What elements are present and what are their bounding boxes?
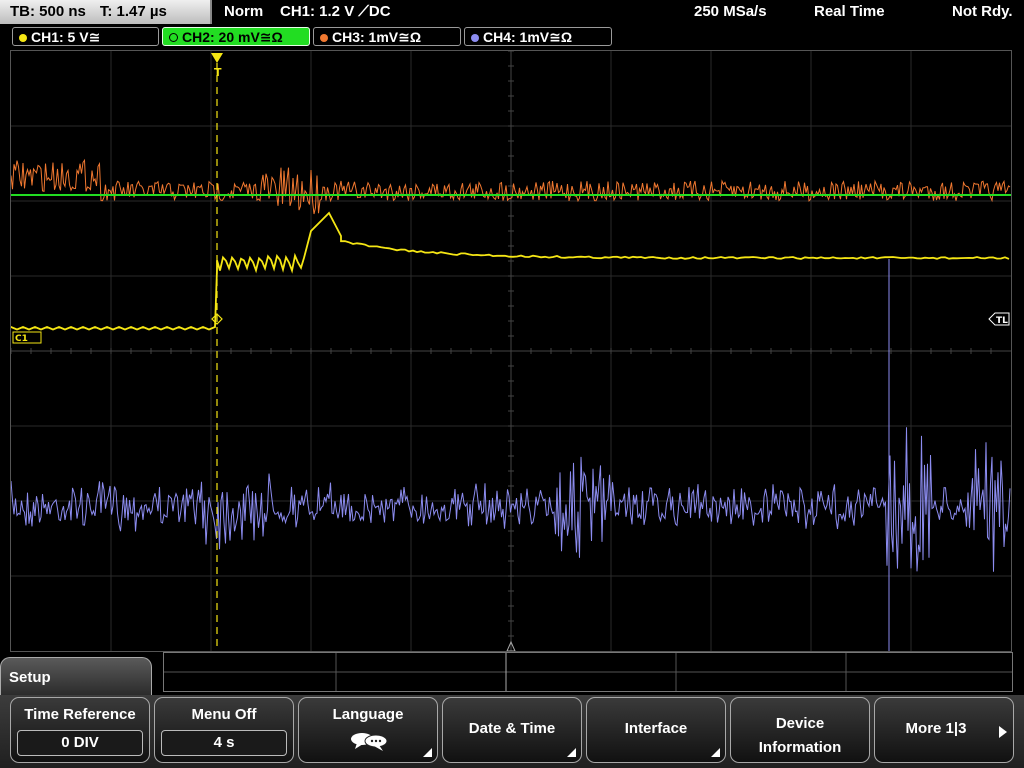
submenu-indicator-icon [711,748,720,757]
waveform-canvas: T C1 TL [11,51,1011,651]
language-button[interactable]: Language [298,697,438,763]
info-strip-grid [164,653,1012,691]
channel-tab-ch1[interactable]: CH1: 5 V≅ [12,27,159,46]
time-reference-label: Time Reference [24,706,136,723]
menu-title: Setup [9,669,51,686]
interface-button[interactable]: Interface [586,697,726,763]
ch1-trace [11,211,1010,331]
device-information-line2: Information [758,739,842,756]
ch3-label: CH3: 1mV≅Ω [332,29,422,45]
menu-off-button[interactable]: Menu Off 4 s [154,697,294,763]
submenu-indicator-icon [567,748,576,757]
trigger-mode[interactable]: Norm [224,0,263,24]
ch2-color-icon [169,33,178,42]
ch1-ground-label: C1 [15,334,28,344]
ch1-label: CH1: 5 V≅ [31,29,101,45]
timebase-box[interactable]: TB: 500 ns T: 1.47 µs [0,0,212,24]
timebase-label: TB: 500 ns [10,3,86,20]
time-reference-value[interactable]: 0 DIV [17,730,143,756]
language-label: Language [332,706,404,723]
trigger-position-icon[interactable] [211,53,223,63]
more-button[interactable]: More 1|3 [874,697,1014,763]
channel-tab-ch4[interactable]: CH4: 1mV≅Ω [464,27,612,46]
acquisition-mode: Real Time [814,3,885,20]
ch1-color-icon [19,34,27,42]
device-information-button[interactable]: Device Information [730,697,870,763]
sample-rate: 250 MSa/s [694,3,767,20]
trigger-position-label: T [214,66,222,79]
interface-label: Interface [624,720,688,737]
grid [11,51,1011,651]
channel-tab-ch3[interactable]: CH3: 1mV≅Ω [313,27,461,46]
trigger-level-label: TL [996,316,1008,326]
ch4-label: CH4: 1mV≅Ω [483,29,573,45]
menu-info-strip [163,652,1013,692]
acquisition-state: Not Rdy. [952,3,1013,20]
more-label: More 1|3 [905,720,967,737]
ch4-color-icon [471,34,479,42]
speech-bubbles-icon [351,733,388,751]
menu-title-tab[interactable]: Setup [0,657,152,695]
menu-off-value[interactable]: 4 s [161,730,287,756]
trigger-time-label: T: 1.47 µs [99,3,167,20]
device-information-line1: Device [775,715,825,732]
trigger-source[interactable]: CH1: 1.2 V ⟋DC [280,0,391,24]
status-bar: TB: 500 ns T: 1.47 µs Norm CH1: 1.2 V ⟋DC… [0,0,1024,26]
waveform-display[interactable]: T C1 TL [10,50,1012,652]
channel-tab-ch2[interactable]: CH2: 20 mV≅Ω [162,27,310,46]
softkey-bar: Time Reference 0 DIV Menu Off 4 s Langua… [0,695,1024,768]
menu-off-label: Menu Off [191,706,257,723]
ch2-label: CH2: 20 mV≅Ω [182,29,283,45]
time-reference-button[interactable]: Time Reference 0 DIV [10,697,150,763]
channel-bar: CH1: 5 V≅ CH2: 20 mV≅Ω CH3: 1mV≅Ω CH4: 1… [0,26,1024,48]
submenu-indicator-icon [423,748,432,757]
date-time-label: Date & Time [468,720,556,737]
date-time-button[interactable]: Date & Time [442,697,582,763]
ch3-color-icon [320,34,328,42]
device-information-label: Device Information [731,712,869,760]
chevron-right-icon [999,726,1007,738]
